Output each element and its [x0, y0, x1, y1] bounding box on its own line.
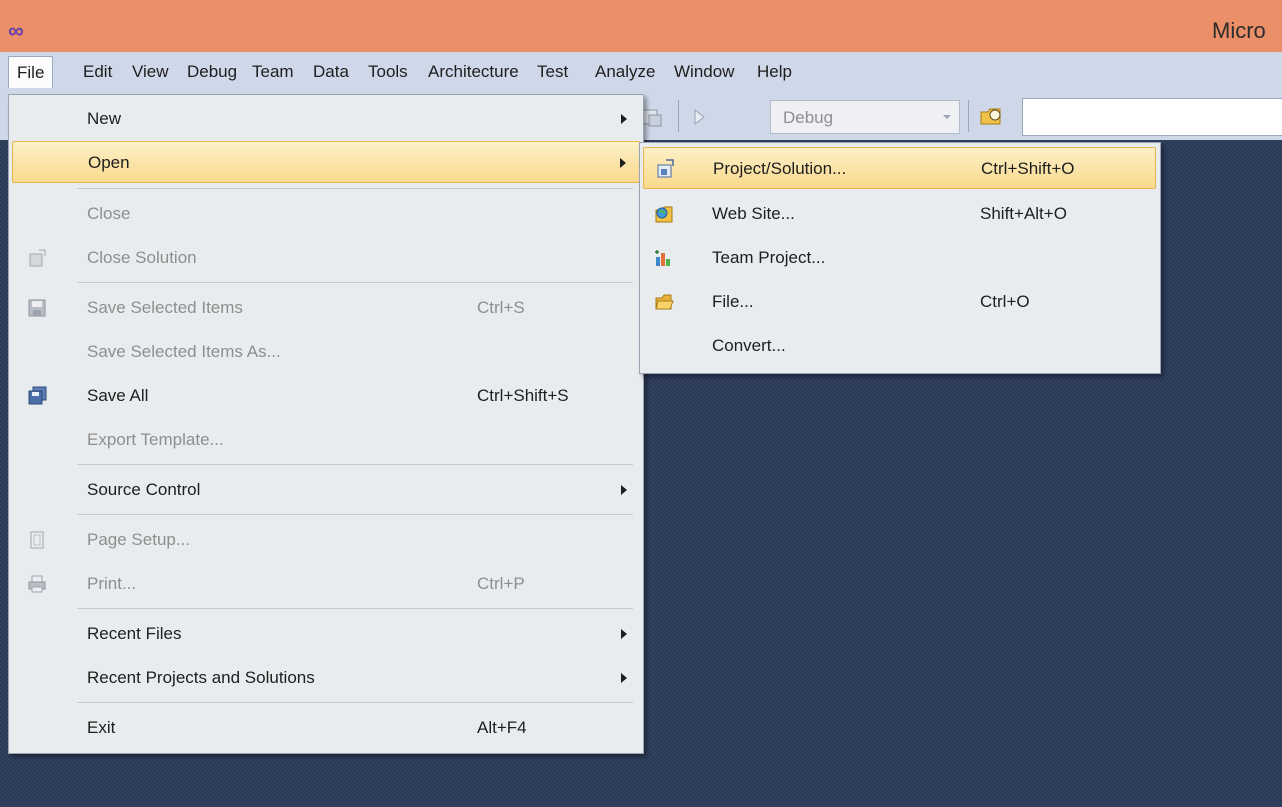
menu-item-page-setup[interactable]: Page Setup...	[9, 519, 643, 561]
menu-item-label: File...	[712, 292, 754, 311]
menu-debug[interactable]: Debug	[179, 56, 245, 88]
menu-item-team-project[interactable]: Team Project...	[640, 237, 1160, 279]
solution-configuration-dropdown[interactable]: Debug	[770, 100, 960, 134]
menu-separator	[77, 514, 633, 515]
menu-item-recent-projects[interactable]: Recent Projects and Solutions	[9, 657, 643, 699]
menu-item-label: New	[87, 109, 122, 128]
menu-item-save-selected-items-as[interactable]: Save Selected Items As...	[9, 331, 643, 373]
menu-architecture[interactable]: Architecture	[420, 56, 527, 88]
toolbar-separator	[968, 100, 969, 132]
menu-item-exit[interactable]: Exit Alt+F4	[9, 707, 643, 749]
save-all-icon	[28, 386, 47, 405]
menu-item-export-template[interactable]: Export Template...	[9, 419, 643, 461]
menu-item-shortcut: Ctrl+O	[980, 292, 1030, 311]
menu-item-shortcut: Alt+F4	[477, 718, 527, 737]
menu-item-label: Save All	[87, 386, 149, 405]
toolbar-separator	[678, 100, 679, 132]
submenu-arrow-icon	[621, 673, 627, 683]
submenu-arrow-icon	[621, 629, 627, 639]
menu-analyze[interactable]: Analyze	[587, 56, 663, 88]
visual-studio-logo-icon[interactable]: ∞	[8, 20, 24, 42]
menu-item-shortcut: Shift+Alt+O	[980, 204, 1067, 223]
menu-item-shortcut: Ctrl+Shift+O	[981, 159, 1075, 178]
menu-item-convert[interactable]: Convert...	[640, 325, 1160, 367]
menu-item-label: Save Selected Items	[87, 298, 243, 317]
menu-item-label: Team Project...	[712, 248, 826, 267]
menu-tools[interactable]: Tools	[360, 56, 416, 88]
project-solution-icon	[657, 159, 674, 178]
menu-item-label: Open	[88, 153, 130, 172]
menu-data[interactable]: Data	[305, 56, 357, 88]
save-icon	[28, 299, 46, 317]
menu-separator	[77, 464, 633, 465]
window-title: Micro	[1212, 18, 1266, 43]
file-menu: New Open Close Close Solution Save Selec…	[8, 94, 644, 754]
open-file-icon	[655, 294, 674, 310]
team-project-icon	[655, 250, 670, 266]
menu-item-recent-files[interactable]: Recent Files	[9, 613, 643, 655]
menu-item-file[interactable]: File... Ctrl+O	[640, 281, 1160, 323]
menu-item-project-solution[interactable]: Project/Solution... Ctrl+Shift+O	[643, 147, 1156, 189]
menu-item-label: Recent Projects and Solutions	[87, 668, 315, 687]
menu-item-close[interactable]: Close	[9, 193, 643, 235]
menu-separator	[77, 608, 633, 609]
menu-item-shortcut: Ctrl+S	[477, 298, 525, 317]
menu-item-label: Project/Solution...	[713, 159, 847, 178]
configuration-value: Debug	[783, 108, 834, 127]
menu-item-label: Convert...	[712, 336, 786, 355]
menu-item-print[interactable]: Print... Ctrl+P	[9, 563, 643, 605]
open-submenu: Project/Solution... Ctrl+Shift+O Web Sit…	[639, 142, 1161, 374]
menu-separator	[77, 188, 633, 189]
menu-item-label: Recent Files	[87, 624, 182, 643]
menu-item-new[interactable]: New	[9, 98, 643, 140]
submenu-arrow-icon	[621, 114, 627, 124]
menu-file[interactable]: File	[8, 56, 54, 88]
menu-separator	[77, 282, 633, 283]
chevron-down-icon	[943, 115, 951, 119]
menu-edit[interactable]: Edit	[75, 56, 120, 88]
menu-item-label: Exit	[87, 718, 116, 737]
menu-team[interactable]: Team	[244, 56, 302, 88]
menu-item-label: Close	[87, 204, 131, 223]
menu-item-open[interactable]: Open	[12, 141, 640, 183]
menu-item-save-selected-items[interactable]: Save Selected Items Ctrl+S	[9, 287, 643, 329]
menu-item-label: Close Solution	[87, 248, 197, 267]
menu-item-label: Save Selected Items As...	[87, 342, 281, 361]
submenu-arrow-icon	[620, 158, 626, 168]
menu-item-label: Print...	[87, 574, 137, 593]
title-bar: ∞ Micro	[0, 0, 1282, 52]
submenu-arrow-icon	[621, 485, 627, 495]
web-site-icon	[655, 206, 673, 223]
menu-item-label: Export Template...	[87, 430, 224, 449]
menu-item-close-solution[interactable]: Close Solution	[9, 237, 643, 279]
search-input[interactable]	[1022, 98, 1282, 136]
find-in-files-icon[interactable]	[978, 104, 1006, 130]
menu-item-save-all[interactable]: Save All Ctrl+Shift+S	[9, 375, 643, 417]
menu-item-label: Source Control	[87, 480, 201, 499]
menu-item-label: Web Site...	[712, 204, 795, 223]
menu-item-shortcut: Ctrl+Shift+S	[477, 386, 569, 405]
print-icon	[28, 575, 46, 593]
menu-help[interactable]: Help	[749, 56, 800, 88]
menu-window[interactable]: Window	[666, 56, 742, 88]
menu-separator	[77, 702, 633, 703]
start-debugging-icon[interactable]	[692, 108, 706, 126]
page-setup-icon	[30, 531, 44, 549]
menu-test[interactable]: Test	[529, 56, 576, 88]
menu-item-web-site[interactable]: Web Site... Shift+Alt+O	[640, 193, 1160, 235]
menu-bar: File Edit View Debug Team Data Tools Arc…	[0, 52, 1282, 94]
menu-item-label: Page Setup...	[87, 530, 191, 549]
menu-item-shortcut: Ctrl+P	[477, 574, 525, 593]
menu-view[interactable]: View	[124, 56, 177, 88]
menu-item-source-control[interactable]: Source Control	[9, 469, 643, 511]
close-solution-icon	[29, 249, 46, 267]
